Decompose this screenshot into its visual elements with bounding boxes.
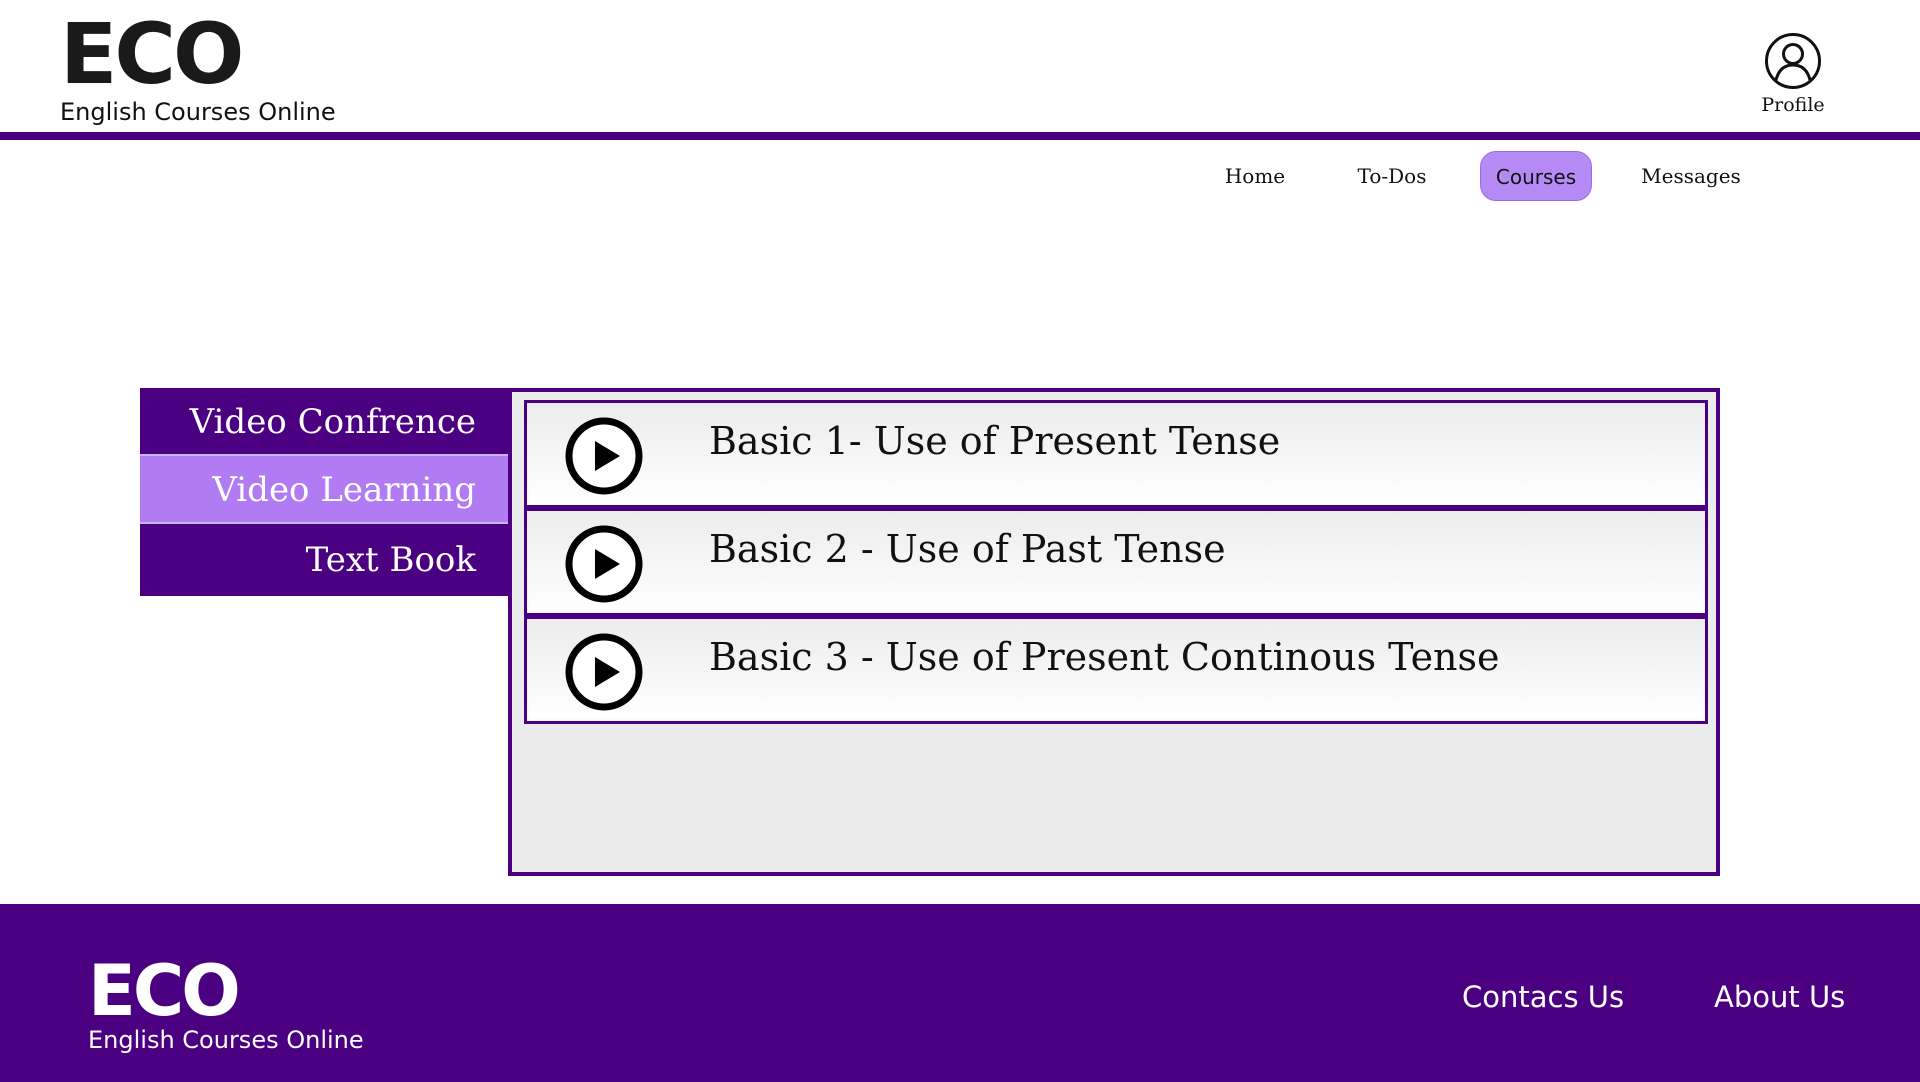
user-circle-icon bbox=[1765, 33, 1821, 89]
lessons-panel: Basic 1- Use of Present Tense Basic 2 - … bbox=[508, 388, 1720, 876]
footer-link-contact-us[interactable]: Contacs Us bbox=[1462, 980, 1624, 1014]
lesson-item[interactable]: Basic 1- Use of Present Tense bbox=[524, 400, 1708, 508]
profile-label: Profile bbox=[1761, 94, 1825, 116]
side-item-video-learning[interactable]: Video Learning bbox=[140, 456, 510, 524]
logo-tagline: English Courses Online bbox=[60, 98, 336, 126]
footer-logo[interactable]: ECO English Courses Online bbox=[88, 950, 364, 1054]
nav-home[interactable]: Home bbox=[1200, 151, 1310, 201]
lesson-title: Basic 1- Use of Present Tense bbox=[709, 419, 1281, 463]
side-item-video-conference[interactable]: Video Confrence bbox=[140, 388, 510, 456]
nav-messages[interactable]: Messages bbox=[1628, 151, 1754, 201]
lesson-title: Basic 2 - Use of Past Tense bbox=[709, 527, 1226, 571]
nav-to-dos[interactable]: To-Dos bbox=[1336, 151, 1448, 201]
lesson-item[interactable]: Basic 3 - Use of Present Continous Tense bbox=[524, 616, 1708, 724]
nav-courses[interactable]: Courses bbox=[1480, 151, 1592, 201]
main-nav: Home To-Dos Courses Messages bbox=[0, 151, 1920, 201]
course-side-menu: Video Confrence Video Learning Text Book bbox=[140, 388, 510, 596]
footer: ECO English Courses Online Contacs Us Ab… bbox=[0, 904, 1920, 1082]
play-circle-icon[interactable] bbox=[565, 417, 643, 495]
play-circle-icon[interactable] bbox=[565, 525, 643, 603]
footer-logo-mark: ECO bbox=[88, 950, 241, 1032]
side-item-text-book[interactable]: Text Book bbox=[140, 524, 510, 596]
header-divider bbox=[0, 132, 1920, 140]
lesson-title: Basic 3 - Use of Present Continous Tense bbox=[709, 635, 1500, 679]
header-logo[interactable]: ECO English Courses Online bbox=[60, 5, 336, 126]
play-circle-icon[interactable] bbox=[565, 633, 643, 711]
footer-logo-tagline: English Courses Online bbox=[88, 1026, 364, 1054]
profile-button[interactable]: Profile bbox=[1752, 32, 1834, 116]
lesson-item[interactable]: Basic 2 - Use of Past Tense bbox=[524, 508, 1708, 616]
logo-mark: ECO bbox=[60, 5, 244, 103]
footer-link-about-us[interactable]: About Us bbox=[1714, 980, 1845, 1014]
